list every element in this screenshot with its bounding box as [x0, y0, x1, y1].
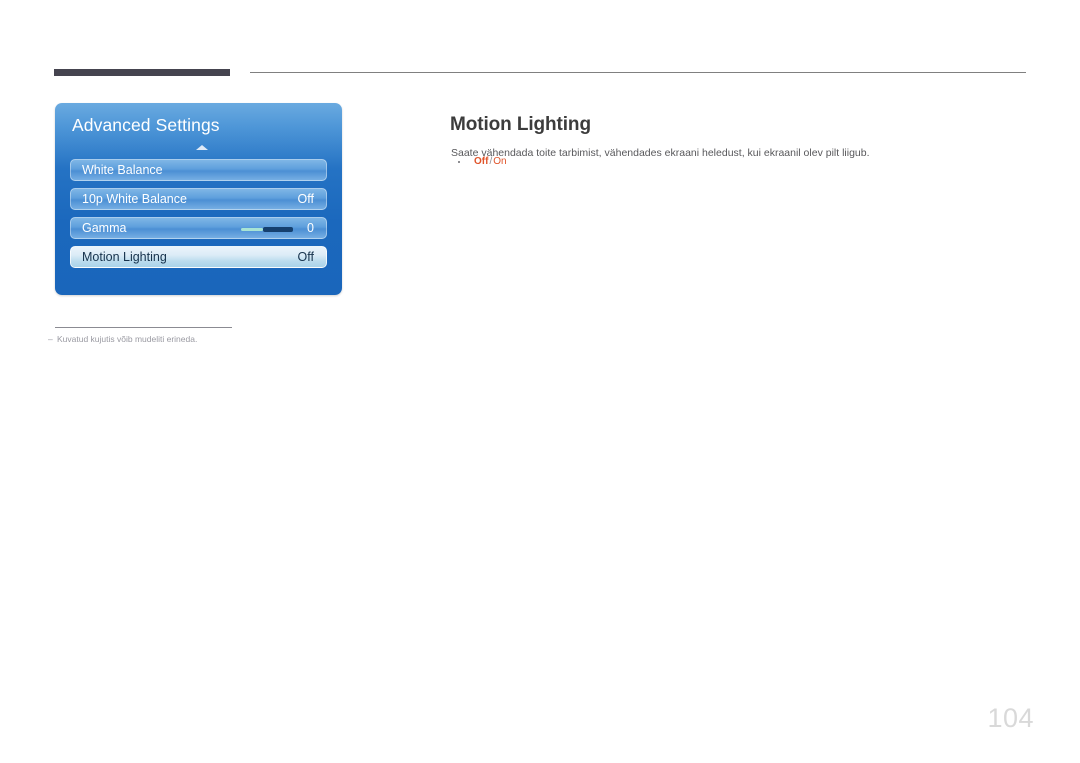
footnote: ‒ Kuvatud kujutis võib mudeliti erineda. — [48, 334, 388, 344]
osd-row-motion-lighting[interactable]: Motion Lighting Off — [70, 246, 327, 268]
osd-row-label: White Balance — [82, 163, 163, 177]
osd-row-label: Gamma — [82, 221, 127, 235]
gamma-slider-track — [241, 228, 263, 231]
option-value-on: On — [493, 156, 507, 167]
page-title: Motion Lighting — [450, 113, 591, 135]
gamma-slider[interactable] — [241, 227, 293, 232]
osd-row-white-balance[interactable]: White Balance — [70, 159, 327, 181]
option-value-off: Off — [474, 156, 489, 167]
osd-row-value: 0 — [307, 221, 314, 235]
list-item: Off/On — [451, 155, 851, 169]
osd-row-value: Off — [297, 192, 314, 206]
triangle-up-icon[interactable] — [196, 145, 208, 150]
osd-panel-title: Advanced Settings — [72, 115, 220, 135]
footnote-dash: ‒ — [48, 334, 53, 344]
osd-menu-list: White Balance 10p White Balance Off Gamm… — [70, 159, 327, 275]
osd-menu-panel: Advanced Settings White Balance 10p Whit… — [55, 103, 342, 295]
header-divider-rule — [250, 72, 1026, 73]
osd-row-10p-white-balance[interactable]: 10p White Balance Off — [70, 188, 327, 210]
page-number: 104 — [987, 703, 1034, 733]
gamma-slider-fill — [263, 227, 293, 232]
osd-row-value: Off — [297, 250, 314, 264]
osd-row-label: Motion Lighting — [82, 250, 167, 264]
header-accent-bar — [54, 69, 230, 76]
footnote-divider — [55, 327, 232, 328]
footnote-text: Kuvatud kujutis võib mudeliti erineda. — [57, 334, 198, 344]
option-list: Off/On — [451, 155, 851, 169]
osd-row-gamma[interactable]: Gamma 0 — [70, 217, 327, 239]
osd-row-label: 10p White Balance — [82, 192, 187, 206]
bullet-dot-icon — [458, 161, 460, 163]
